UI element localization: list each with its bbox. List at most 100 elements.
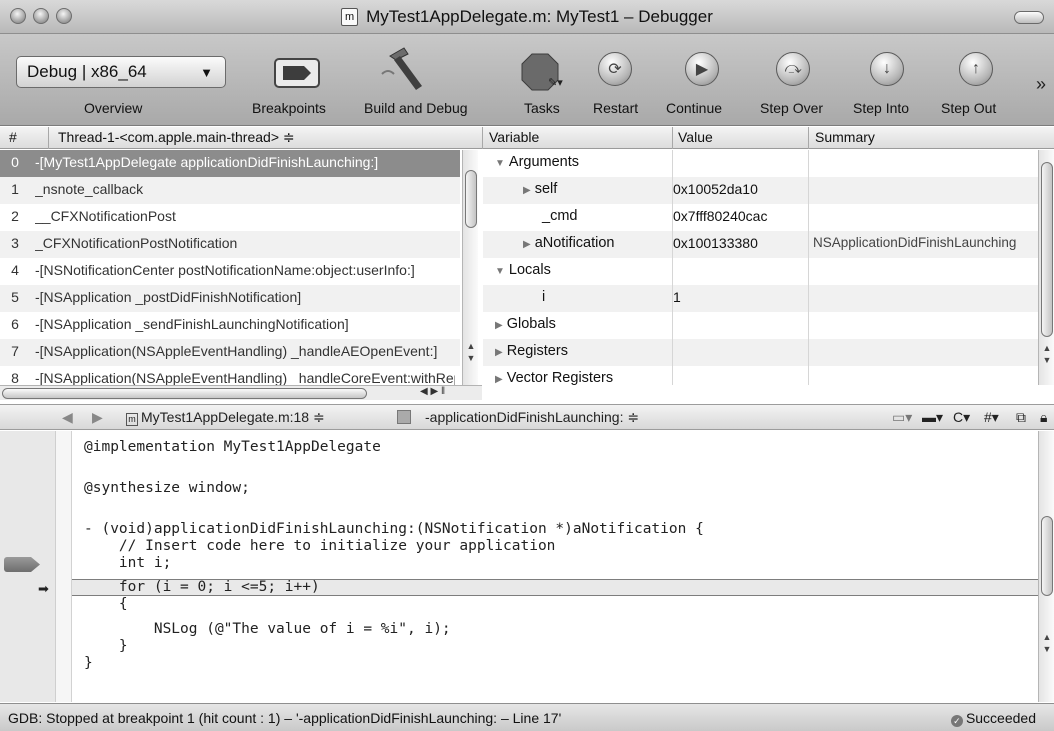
variable-row[interactable]: i1 [483,285,1038,312]
counterpart-icon[interactable]: ⧉ [1016,409,1026,426]
breakpoints-menu-icon[interactable]: ▬▾ [922,409,943,426]
editor-scroll-thumb[interactable] [1041,516,1053,596]
stack-frame-function: -[NSApplication(NSAppleEventHandling) _h… [35,370,455,385]
variable-name: _cmd [542,208,578,224]
breakpoints-button[interactable] [274,58,320,91]
svg-text:✎▾: ✎▾ [548,77,563,89]
code-line: int i; [84,555,172,571]
file-popup[interactable]: m MyTest1AppDelegate.m:18 ≑ [126,409,325,426]
scroll-arrows-icon[interactable]: ▲ ▼ [464,340,478,364]
step-into-button[interactable]: ↓ [870,52,904,86]
stack-frame-function: _CFXNotificationPostNotification [35,235,238,251]
code-line: - (void)applicationDidFinishLaunching:(N… [84,521,704,537]
variable-column-header[interactable]: Variable [489,129,539,145]
disclosure-triangle-icon[interactable]: ▶ [495,374,503,385]
stack-scroll-thumb[interactable] [465,170,477,228]
stack-frame-index: 6 [11,316,19,332]
window-title-area: m MyTest1AppDelegate.m: MyTest1 – Debugge… [0,7,1054,27]
active-configuration-popup[interactable]: Debug | x86_64 ▼ [16,56,226,88]
code-line: @synthesize window; [84,480,250,496]
stack-horizontal-scrollbar[interactable]: ◀ ▶ ‖ [0,385,482,400]
variable-row[interactable]: ▶ aNotification 0x100133380 NSApplicationDi… [483,231,1038,258]
continue-label: Continue [666,100,723,116]
toolbar-toggle-button[interactable] [1014,11,1044,24]
variable-row[interactable]: ▶ Vector Registers [483,366,1038,385]
build-and-debug-label: Build and Debug [364,100,468,116]
variable-row[interactable]: ▼ Arguments [483,150,1038,177]
hscroll-arrows-icon[interactable]: ◀ ▶ ‖ [420,386,445,397]
code-line: { [84,596,128,612]
variable-value[interactable]: 1 [673,289,681,305]
continue-button[interactable]: ▶︎ [685,52,719,86]
include-menu[interactable]: #▾ [984,409,999,426]
code-line: NSLog (@"The value of i = %i", i); [84,621,451,637]
stack-frame-index: 7 [11,343,19,359]
stack-frame-index: 1 [11,181,19,197]
stack-frame-row[interactable]: 1 _nsnote_callback [0,177,460,204]
scroll-arrows-icon[interactable]: ▲ ▼ [1040,342,1054,366]
value-column-header[interactable]: Value [678,129,713,145]
window-title: MyTest1AppDelegate.m: MyTest1 – Debugger [366,7,713,26]
disclosure-triangle-icon[interactable]: ▶ [495,347,503,358]
variable-value[interactable]: 0x7fff80240cac [673,208,767,224]
hammer-icon [381,47,422,90]
stack-frame-row[interactable]: 7 -[NSApplication(NSAppleEventHandling) _… [0,339,460,366]
stack-frame-row[interactable]: 8 -[NSApplication(NSAppleEventHandling) _… [0,366,460,385]
program-counter-icon: ➡︎ [38,581,49,596]
scroll-arrows-icon[interactable]: ▲ ▼ [1040,631,1054,655]
build-and-debug-button[interactable] [378,44,430,95]
stack-frame-function: -[NSApplication _sendFinishLaunchingNoti… [35,316,349,332]
variables-scroll-thumb[interactable] [1041,162,1053,337]
stack-frame-row[interactable]: 4 -[NSNotificationCenter postNotification… [0,258,460,285]
variable-row[interactable]: ▶ Globals [483,312,1038,339]
step-out-button[interactable]: ↑ [959,52,993,86]
restart-button[interactable]: ⟳ [598,52,632,86]
tasks-button[interactable]: ✎▾ [520,52,564,95]
stack-frame-row[interactable]: 3 _CFXNotificationPostNotification [0,231,460,258]
summary-column-header[interactable]: Summary [815,129,875,145]
stack-hscroll-thumb[interactable] [2,388,367,399]
forward-arrow-icon[interactable]: ▶ [92,409,103,426]
variable-name: Registers [506,343,568,359]
stack-frame-row[interactable]: 6 -[NSApplication _sendFinishLaunchingNot… [0,312,460,339]
toolbar-overflow-button[interactable]: » [1036,74,1046,95]
code-folding-ribbon[interactable] [56,431,72,702]
thread-popup[interactable]: Thread-1-<com.apple.main-thread> ≑ [58,129,295,146]
bookmarks-icon[interactable]: ▭▾ [892,409,912,426]
stack-frame-function: -[NSApplication(NSAppleEventHandling) _h… [35,343,438,359]
variable-row[interactable]: _cmd 0x7fff80240cac [483,204,1038,231]
variable-value[interactable]: 0x10052da10 [673,181,758,197]
build-result[interactable]: ✓ Succeeded [950,710,1036,727]
disclosure-triangle-icon[interactable]: ▶ [523,239,531,250]
objc-file-icon: m [126,413,138,426]
editor-vertical-scrollbar[interactable]: ▲ ▼ [1038,431,1054,702]
overview-label: Overview [84,100,143,116]
stack-frame-row[interactable]: 2 __CFXNotificationPost [0,204,460,231]
variable-row[interactable]: ▼ Locals [483,258,1038,285]
back-arrow-icon[interactable]: ◀ [62,409,73,426]
step-into-icon: ↓ [870,52,904,86]
stack-frame-index: 3 [11,235,19,251]
disclosure-triangle-icon[interactable]: ▶ [523,185,531,196]
disclosure-triangle-icon[interactable]: ▼ [495,158,505,169]
stack-vertical-scrollbar[interactable]: ▲ ▼ [462,150,478,385]
variable-name: Locals [508,262,551,278]
class-menu[interactable]: C▾ [953,409,970,426]
build-result-label: Succeeded [965,710,1036,726]
variable-row[interactable]: ▶ self 0x10052da10 [483,177,1038,204]
tasks-label: Tasks [524,100,560,116]
stack-frame-row[interactable]: 0 -[MyTest1AppDelegate applicationDidFini… [0,150,460,177]
code-editor[interactable]: @implementation MyTest1AppDelegate @synth… [72,431,1038,702]
variables-vertical-scrollbar[interactable]: ▲ ▼ [1038,150,1054,385]
step-over-button[interactable]: ⤼ [776,52,810,86]
stack-frame-row[interactable]: 5 -[NSApplication _postDidFinishNotificat… [0,285,460,312]
step-out-label: Step Out [941,100,997,116]
lock-icon[interactable]: 🔒︎ [1040,409,1047,426]
symbol-popup[interactable]: -applicationDidFinishLaunching: ≑ [425,409,639,426]
disclosure-triangle-icon[interactable]: ▼ [495,266,505,277]
variable-row[interactable]: ▶ Registers [483,339,1038,366]
stack-frame-function: _nsnote_callback [35,181,144,197]
code-line: for (i = 0; i <=5; i++) [84,579,320,595]
disclosure-triangle-icon[interactable]: ▶ [495,320,503,331]
variable-value[interactable]: 0x100133380 [673,235,758,251]
